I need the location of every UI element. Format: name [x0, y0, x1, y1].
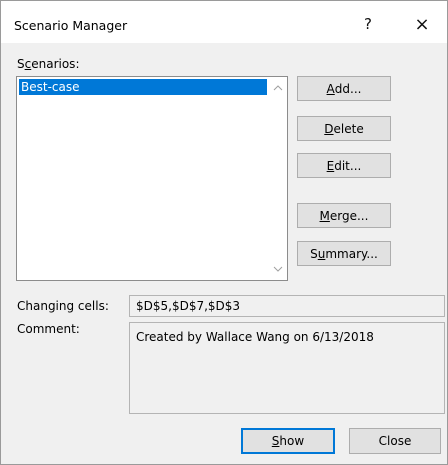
- help-button[interactable]: ?: [351, 11, 385, 37]
- scroll-down-icon[interactable]: [269, 260, 287, 278]
- show-button[interactable]: Show: [241, 428, 335, 454]
- changing-cells-label: Changing cells:: [17, 299, 109, 313]
- merge-button[interactable]: Merge...: [297, 203, 391, 228]
- summary-button[interactable]: Su mmary...: [297, 241, 391, 266]
- edit-button[interactable]: Edit...: [297, 153, 391, 178]
- scenarios-listbox[interactable]: Best-case: [16, 76, 288, 281]
- delete-rest: elete: [333, 121, 364, 136]
- dialog-title: Scenario Manager: [14, 18, 128, 33]
- delete-button[interactable]: Delete: [297, 116, 391, 141]
- list-item[interactable]: Best-case: [19, 79, 267, 95]
- edit-rest: dit...: [334, 158, 362, 173]
- summary-rest: mmary...: [325, 246, 378, 261]
- show-accel: S: [271, 434, 280, 448]
- edit-accel: E: [326, 158, 335, 173]
- add-button[interactable]: Add...: [297, 76, 391, 101]
- scenarios-label: Scenarios:: [17, 57, 79, 71]
- delete-accel: D: [324, 121, 334, 136]
- scenarios-label-suffix: enarios:: [31, 57, 80, 71]
- close-icon[interactable]: ×: [405, 11, 439, 37]
- add-rest: dd...: [334, 81, 362, 96]
- summary-pre: S: [310, 246, 318, 261]
- changing-cells-field: $D$5,$D$7,$D$3: [129, 295, 445, 317]
- scroll-up-icon[interactable]: [269, 79, 287, 97]
- comment-label: Comment:: [17, 322, 80, 336]
- comment-field: Created by Wallace Wang on 6/13/2018: [129, 322, 445, 414]
- scenario-manager-dialog: Scenario Manager ? × Scenarios: Best-cas…: [0, 0, 448, 465]
- summary-accel: u: [317, 246, 326, 261]
- show-rest: how: [279, 434, 305, 448]
- close-button[interactable]: Close: [349, 428, 441, 454]
- title-bar: Scenario Manager ? ×: [1, 1, 447, 43]
- scenarios-label-prefix: S: [17, 57, 25, 71]
- merge-rest: erge...: [329, 208, 369, 223]
- merge-accel: M: [319, 208, 330, 223]
- add-accel: A: [326, 81, 335, 96]
